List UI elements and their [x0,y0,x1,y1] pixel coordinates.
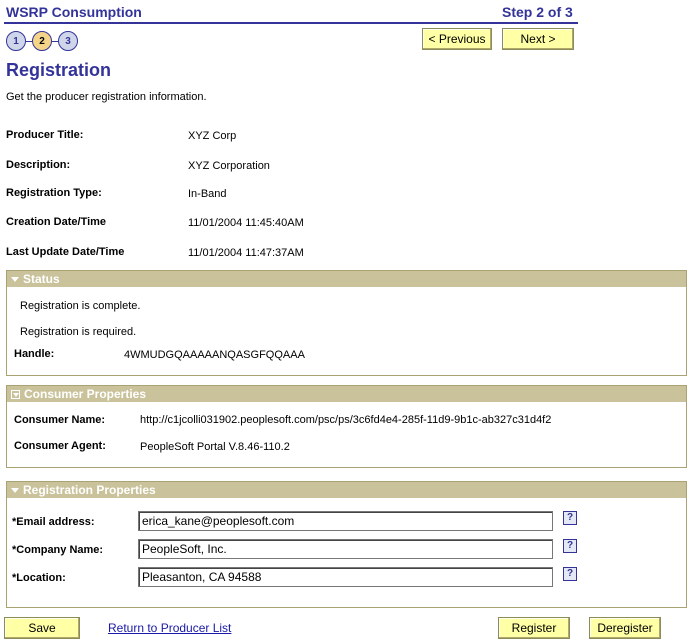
location-input[interactable] [138,567,553,587]
company-label: *Company Name: [12,544,104,556]
wizard-title: WSRP Consumption [6,4,142,20]
description-value: XYZ Corporation [188,160,270,172]
page-title: Registration [6,60,112,80]
consumer-properties-header[interactable]: Consumer Properties [7,386,686,402]
registration-type-label: Registration Type: [6,187,102,199]
step-2-circle[interactable]: 2 [32,31,52,51]
page-instructions: Get the producer registration informatio… [6,91,207,103]
producer-title-value: XYZ Corp [188,130,237,142]
producer-title-label: Producer Title: [6,129,84,141]
consumer-header-label: Consumer Properties [24,387,147,401]
last-update-label: Last Update Date/Time [6,246,125,258]
register-button[interactable]: Register [498,617,570,639]
deregister-button[interactable]: Deregister [589,617,661,639]
step-1-circle[interactable]: 1 [6,31,26,51]
location-label: *Location: [12,572,66,584]
status-group-header[interactable]: Status [7,271,686,287]
registration-properties-header[interactable]: Registration Properties [7,482,686,498]
consumer-properties-group: Consumer Properties [6,385,687,468]
creation-date-value: 11/01/2004 11:45:40AM [188,217,304,229]
consumer-name-value: http://c1jcolli031902.peoplesoft.com/psc… [140,414,552,426]
expand-box-icon [11,389,20,399]
next-button[interactable]: Next > [502,28,574,50]
location-help-icon[interactable]: ? [563,567,577,581]
wizard-divider [4,22,578,24]
consumer-agent-label: Consumer Agent: [14,440,106,452]
description-label: Description: [6,159,71,171]
handle-value: 4WMUDGQAAAAANQASGFQQAAA [124,349,305,361]
status-header-label: Status [23,272,60,286]
registration-type-value: In-Band [188,188,227,200]
save-button[interactable]: Save [4,617,80,639]
email-help-icon[interactable]: ? [563,511,577,525]
status-required-text: Registration is required. [20,326,137,338]
registration-header-label: Registration Properties [23,483,156,497]
company-help-icon[interactable]: ? [563,539,577,553]
creation-date-label: Creation Date/Time [6,216,107,228]
status-complete-text: Registration is complete. [20,300,141,312]
collapse-triangle-icon [11,487,19,493]
last-update-value: 11/01/2004 11:47:37AM [188,247,304,259]
handle-label: Handle: [14,348,55,360]
wizard-step-label: Step 2 of 3 [502,4,573,20]
email-label: *Email address: [12,516,95,528]
company-input[interactable] [138,539,553,559]
step-indicator: 1 2 3 [6,30,78,52]
step-3-circle[interactable]: 3 [58,31,78,51]
previous-button[interactable]: < Previous [422,28,492,50]
consumer-agent-value: PeopleSoft Portal V.8.46-110.2 [140,441,290,453]
consumer-name-label: Consumer Name: [14,414,106,426]
collapse-triangle-icon [11,276,19,282]
status-group: Status [6,270,687,376]
email-input[interactable] [138,511,553,531]
return-to-producer-list-link[interactable]: Return to Producer List [108,621,231,635]
